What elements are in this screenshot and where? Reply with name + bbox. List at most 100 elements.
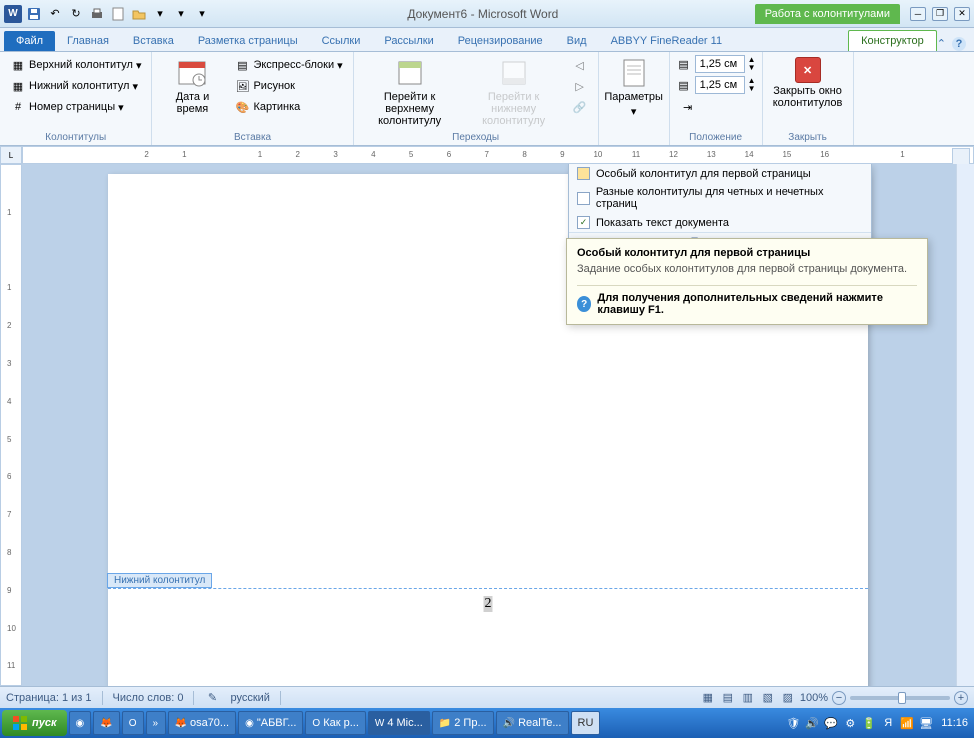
tray-icon[interactable]: 🔊	[804, 715, 820, 731]
header-button[interactable]: ▦Верхний колонтитул▾	[6, 55, 145, 75]
restore-button[interactable]: ❐	[932, 7, 948, 21]
quicklaunch-item[interactable]: 🦊	[93, 711, 119, 735]
view-read-icon[interactable]: ▤	[720, 690, 736, 706]
taskbar-item[interactable]: OКак р...	[305, 711, 365, 735]
tab-file[interactable]: Файл	[4, 31, 55, 51]
clock[interactable]: 11:16	[937, 717, 972, 729]
tab-designer[interactable]: Конструктор	[848, 30, 937, 51]
view-draft-icon[interactable]: ▨	[780, 690, 796, 706]
spinner-buttons[interactable]: ▲▼	[748, 56, 756, 72]
spinner-buttons[interactable]: ▲▼	[748, 77, 756, 93]
tooltip: Особый колонтитул для первой страницы За…	[566, 238, 928, 325]
minimize-ribbon-icon[interactable]: ⌃	[937, 37, 946, 51]
page-number-button[interactable]: #Номер страницы▾	[6, 97, 145, 117]
view-web-icon[interactable]: ▥	[740, 690, 756, 706]
vertical-scrollbar[interactable]	[956, 164, 974, 686]
tab-insert[interactable]: Вставка	[121, 31, 186, 51]
checkbox-checked-icon[interactable]: ✓	[577, 216, 590, 229]
tab-mailings[interactable]: Рассылки	[372, 31, 445, 51]
status-page[interactable]: Страница: 1 из 1	[6, 692, 92, 704]
close-header-footer-button[interactable]: ✕ Закрыть окно колонтитулов	[769, 55, 847, 111]
new-doc-icon[interactable]	[109, 5, 127, 23]
tab-review[interactable]: Рецензирование	[446, 31, 555, 51]
status-bar: Страница: 1 из 1 Число слов: 0 ✎ русский…	[0, 686, 974, 708]
status-words[interactable]: Число слов: 0	[113, 692, 184, 704]
document-canvas[interactable]: Нижний колонтитул 2 Особый колонтитул дл…	[22, 164, 974, 686]
tray-icon[interactable]: 🖥	[918, 715, 934, 731]
option-show-document-text[interactable]: ✓ Показать текст документа	[569, 213, 871, 232]
minimize-button[interactable]: ─	[910, 7, 926, 21]
language-indicator[interactable]: RU	[571, 711, 601, 735]
tray-icon[interactable]: Я	[880, 715, 896, 731]
option-first-page-different[interactable]: Особый колонтитул для первой страницы	[569, 164, 871, 183]
view-print-icon[interactable]: ▦	[700, 690, 716, 706]
tab-abbyy[interactable]: ABBYY FineReader 11	[599, 31, 735, 51]
align-tab-button[interactable]: ⇥	[676, 97, 756, 117]
taskbar-item[interactable]: 🔊RealTe...	[496, 711, 569, 735]
checkbox-unchecked-icon[interactable]	[577, 192, 590, 205]
ruler-corner[interactable]: L	[0, 146, 22, 164]
print-icon[interactable]	[88, 5, 106, 23]
tooltip-help-row: ? Для получения дополнительных сведений …	[577, 285, 917, 316]
datetime-button[interactable]: Дата и время	[158, 55, 226, 117]
next-section-button[interactable]: ▷	[568, 76, 592, 96]
taskbar-item[interactable]: ◉"АБВГ...	[238, 711, 303, 735]
close-button[interactable]: ✕	[954, 7, 970, 21]
tray-icon[interactable]: 📶	[899, 715, 915, 731]
tray-icon[interactable]: 💬	[823, 715, 839, 731]
footer-margin-input[interactable]: 1,25 см	[695, 76, 745, 94]
quick-access-toolbar: W ↶ ↻ ▾ ▾ ▾	[4, 5, 211, 23]
view-outline-icon[interactable]: ▧	[760, 690, 776, 706]
quickparts-button[interactable]: ▤Экспресс-блоки▾	[230, 55, 346, 75]
qat-customize-icon[interactable]: ▾	[193, 5, 211, 23]
tray-icon[interactable]: ⚙	[842, 715, 858, 731]
header-margin-input[interactable]: 1,25 см	[695, 55, 745, 73]
prev-section-button[interactable]: ◁	[568, 55, 592, 75]
redo-icon[interactable]: ↻	[67, 5, 85, 23]
goto-header-button[interactable]: Перейти к верхнему колонтитулу	[360, 55, 460, 129]
group-headers: ▦Верхний колонтитул▾ ▦Нижний колонтитул▾…	[0, 52, 152, 145]
zoom-in-button[interactable]: +	[954, 691, 968, 705]
qat-more-icon[interactable]: ▾	[151, 5, 169, 23]
option-odd-even-different[interactable]: Разные колонтитулы для четных и нечетных…	[569, 183, 871, 213]
vertical-ruler[interactable]	[0, 164, 22, 686]
goto-footer-button[interactable]: Перейти к нижнему колонтитулу	[464, 55, 564, 129]
link-prev-button[interactable]: 🔗	[568, 97, 592, 117]
parameters-button[interactable]: Параметры▾	[605, 55, 663, 120]
help-icon[interactable]: ?	[952, 37, 966, 51]
title-bar: W ↶ ↻ ▾ ▾ ▾ Документ6 - Microsoft Word Р…	[0, 0, 974, 28]
prev-icon: ◁	[572, 57, 588, 73]
taskbar-item[interactable]: 🦊osa70...	[168, 711, 237, 735]
status-language[interactable]: русский	[230, 692, 269, 704]
tab-home[interactable]: Главная	[55, 31, 121, 51]
tray-icon[interactable]: 🔋	[861, 715, 877, 731]
tray-icon[interactable]: 🛡	[785, 715, 801, 731]
tab-view[interactable]: Вид	[555, 31, 599, 51]
undo-icon[interactable]: ↶	[46, 5, 64, 23]
open-icon[interactable]	[130, 5, 148, 23]
quicklaunch-expand[interactable]: »	[146, 711, 166, 735]
checkbox-unchecked-icon[interactable]	[577, 167, 590, 180]
save-icon[interactable]	[25, 5, 43, 23]
picture-button[interactable]: 🖼Рисунок	[230, 76, 346, 96]
spellcheck-icon[interactable]: ✎	[204, 690, 220, 706]
qat-more2-icon[interactable]: ▾	[172, 5, 190, 23]
taskbar-item-active[interactable]: W4 Mic...	[368, 711, 430, 735]
clipart-button[interactable]: 🎨Картинка	[230, 97, 346, 117]
page-number-text[interactable]: 2	[484, 596, 493, 612]
taskbar-item[interactable]: 📁2 Пр...	[432, 711, 494, 735]
start-button[interactable]: пуск	[2, 710, 67, 736]
footer-button[interactable]: ▦Нижний колонтитул▾	[6, 76, 145, 96]
zoom-slider[interactable]	[850, 696, 950, 700]
tooltip-description: Задание особых колонтитулов для первой с…	[577, 263, 917, 275]
document-icon	[618, 57, 650, 89]
quicklaunch-item[interactable]: O	[122, 711, 144, 735]
zoom-value[interactable]: 100%	[800, 692, 828, 704]
tab-references[interactable]: Ссылки	[310, 31, 373, 51]
windows-taskbar: пуск ◉ 🦊 O » 🦊osa70... ◉"АБВГ... OКак р.…	[0, 708, 974, 738]
zoom-out-button[interactable]: −	[832, 691, 846, 705]
horizontal-ruler[interactable]	[22, 146, 974, 164]
quicklaunch-item[interactable]: ◉	[69, 711, 92, 735]
system-tray: 🛡 🔊 💬 ⚙ 🔋 Я 📶 🖥 11:16	[785, 715, 972, 731]
tab-layout[interactable]: Разметка страницы	[186, 31, 310, 51]
